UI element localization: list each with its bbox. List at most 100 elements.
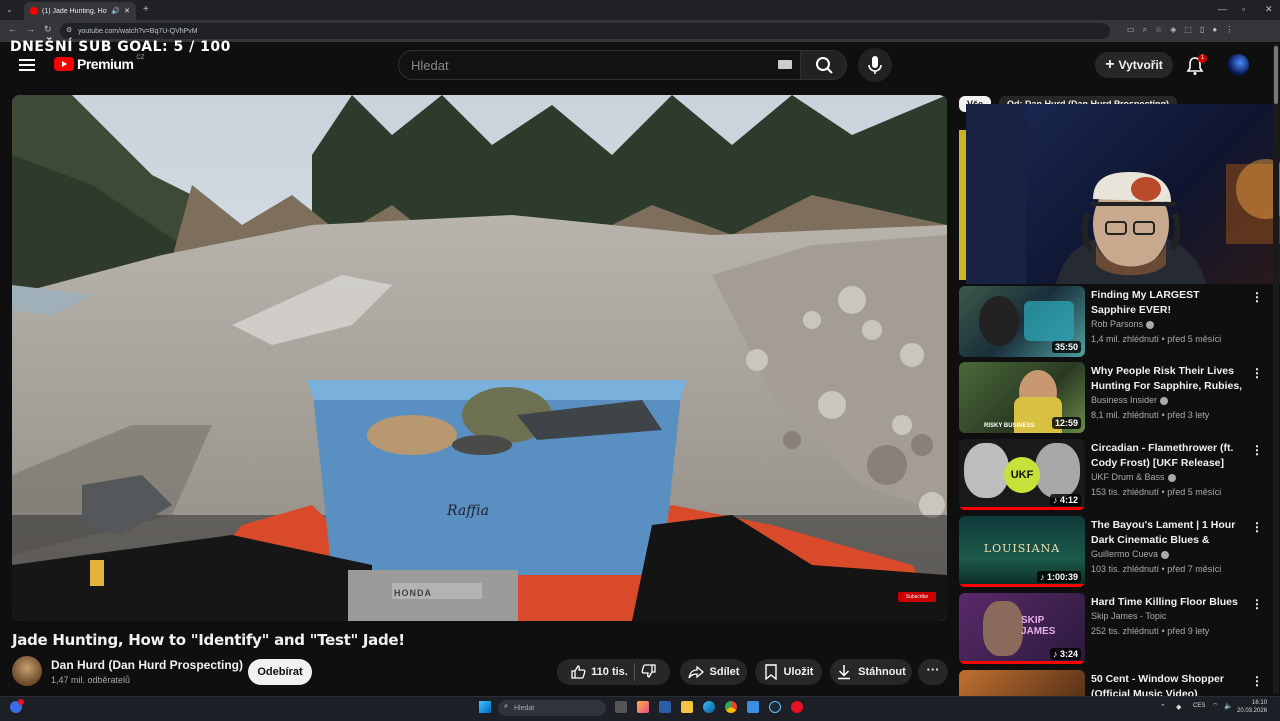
save-button[interactable]: Uložit (755, 659, 822, 685)
taskbar-app-icon[interactable] (659, 701, 671, 713)
create-button[interactable]: + Vytvořit (1095, 52, 1173, 78)
network-icon[interactable]: ⌔ (1212, 702, 1219, 711)
bookmark-star-icon[interactable]: ☆ (1155, 25, 1162, 35)
recommendation-item[interactable]: LOUISIANA ♪ 1:00:39 The Bayou's Lament |… (959, 516, 1274, 592)
kebab-menu-icon[interactable]: ⋮ (1251, 520, 1263, 534)
video-thumbnail[interactable]: SKIP JAMES ♪ 3:24 (959, 593, 1085, 664)
hamburger-menu-icon[interactable] (19, 56, 35, 74)
recommendation-channel[interactable]: Skip James - Topic (1091, 611, 1166, 621)
extensions-puzzle-icon[interactable]: ⬚ (1184, 25, 1192, 35)
recommendation-item[interactable]: SKIP JAMES ♪ 3:24 Hard Time Killing Floo… (959, 593, 1274, 669)
video-thumbnail[interactable]: 35:50 (959, 286, 1085, 357)
zoom-icon[interactable]: ⌕ (1143, 25, 1147, 35)
task-view-icon[interactable] (615, 701, 627, 713)
close-window-icon[interactable]: ✕ (1265, 4, 1273, 15)
like-separator (633, 663, 635, 681)
recommendation-channel[interactable]: Business Insider (1091, 395, 1169, 405)
recommendation-channel[interactable]: Guillermo Cueva (1091, 549, 1170, 559)
page-scrollbar[interactable] (1273, 44, 1279, 694)
thumbnail-face-left (964, 443, 1009, 498)
recommendation-channel[interactable]: Rob Parsons (1091, 319, 1155, 329)
recommendation-title[interactable]: Why People Risk Their Lives Hunting For … (1091, 364, 1246, 394)
recommendation-title[interactable]: Finding My LARGEST Sapphire EVER! (1091, 288, 1246, 318)
taskbar-search-input[interactable]: Hledat (498, 700, 606, 716)
chrome-icon[interactable] (725, 701, 737, 713)
kebab-menu-icon[interactable]: ⋮ (1251, 366, 1263, 380)
kebab-menu-icon[interactable]: ⋮ (1251, 443, 1263, 457)
recommendation-item[interactable]: RISKY BUSINESS 12:59 Why People Risk The… (959, 362, 1274, 438)
edge-icon[interactable] (703, 701, 715, 713)
recommendation-meta: 103 tis. zhlédnutí • před 7 měsíci (1091, 564, 1222, 574)
voice-search-button[interactable] (858, 48, 892, 82)
recommendation-channel[interactable]: UKF Drum & Bass (1091, 472, 1176, 482)
dislike-button[interactable] (641, 663, 657, 682)
input-language[interactable]: CES (1193, 703, 1205, 709)
recommendation-title[interactable]: Hard Time Killing Floor Blues (1091, 595, 1246, 610)
search-input[interactable]: Hledat (398, 50, 801, 80)
recommendation-title[interactable]: 50 Cent - Window Shopper (Official Music… (1091, 672, 1246, 696)
browser-tab[interactable]: (1) Jade Hunting, How to "I... 🔊 ✕ (24, 2, 136, 20)
share-button[interactable]: Sdílet (680, 659, 747, 685)
like-button[interactable]: 110 tis. (570, 664, 628, 680)
download-button[interactable]: Stáhnout (830, 659, 912, 685)
start-button-icon[interactable] (479, 701, 491, 713)
tab-list-chevron-icon[interactable]: ⌄ (6, 5, 13, 14)
verified-icon (1167, 473, 1176, 482)
maximize-icon[interactable]: ▫ (1242, 4, 1245, 14)
watch-progress-bar (959, 584, 1085, 587)
site-info-icon[interactable]: ⚙ (66, 26, 72, 34)
address-bar[interactable]: youtube.com/watch?v=Bq7U-QVhPvM (60, 23, 1110, 39)
recommendation-title[interactable]: Circadian - Flamethrower (ft. Cody Frost… (1091, 441, 1246, 471)
kebab-menu-icon[interactable]: ⋮ (1251, 597, 1263, 611)
video-thumbnail[interactable]: UKF ♪ 4:12 (959, 439, 1085, 510)
video-player[interactable]: Raffia HONDA (12, 95, 947, 621)
video-subscribe-watermark[interactable]: Subscribe (898, 592, 936, 602)
tab-close-icon[interactable]: ✕ (124, 7, 130, 15)
like-count: 110 tis. (591, 666, 628, 678)
file-explorer-icon[interactable] (681, 701, 693, 713)
minimize-icon[interactable]: — (1218, 4, 1227, 14)
tray-app-icon[interactable]: ◆ (1176, 703, 1181, 711)
reload-icon[interactable]: ↻ (44, 24, 52, 35)
new-tab-button[interactable]: + (143, 4, 149, 15)
cast-icon[interactable]: ▭ (1127, 25, 1135, 35)
taskbar-app-icon-2[interactable] (747, 701, 759, 713)
browser-menu-icon[interactable]: ⋮ (1225, 25, 1233, 35)
taskbar-app-icon-3[interactable] (791, 701, 803, 713)
channel-avatar[interactable] (12, 656, 42, 686)
extension-icon[interactable]: ◈ (1170, 25, 1176, 35)
sidebar-icon[interactable]: ▯ (1200, 25, 1204, 35)
region-code: CZ (136, 55, 145, 61)
thumbs-up-icon (571, 665, 586, 679)
video-thumbnail[interactable]: LOUISIANA ♪ 1:00:39 (959, 516, 1085, 587)
steam-icon[interactable] (769, 701, 781, 713)
taskbar-clock[interactable]: 16:10 20.03.2026 (1237, 699, 1267, 715)
kebab-menu-icon[interactable]: ⋮ (1251, 674, 1263, 688)
copilot-icon[interactable] (637, 701, 649, 713)
profile-icon[interactable]: ● (1212, 25, 1217, 35)
search-button[interactable] (800, 50, 847, 80)
keyboard-icon[interactable] (778, 60, 792, 69)
recommendation-item[interactable]: 50 Cent - Window Shopper (Official Music… (959, 670, 1274, 696)
volume-icon[interactable]: 🔈 (1224, 702, 1233, 710)
video-duration: 12:59 (1051, 417, 1081, 429)
back-icon[interactable]: ← (8, 24, 17, 34)
honda-logo: HONDA (394, 588, 432, 598)
recommendation-title[interactable]: The Bayou's Lament | 1 Hour Dark Cinemat… (1091, 518, 1246, 548)
youtube-favicon-icon (30, 7, 38, 15)
tray-overflow-icon[interactable]: ⌃ (1160, 703, 1166, 711)
more-actions-button[interactable]: ··· (918, 659, 948, 685)
recommendation-item[interactable]: UKF ♪ 4:12 Circadian - Flamethrower (ft.… (959, 439, 1274, 515)
tab-audio-icon[interactable]: 🔊 (111, 7, 120, 15)
kebab-menu-icon[interactable]: ⋮ (1251, 290, 1263, 304)
scrollbar-thumb[interactable] (1274, 46, 1278, 104)
video-thumbnail[interactable]: RISKY BUSINESS 12:59 (959, 362, 1085, 433)
video-thumbnail[interactable] (959, 670, 1085, 696)
account-avatar[interactable] (1227, 54, 1249, 76)
youtube-premium-logo[interactable]: Premium CZ (54, 55, 145, 72)
forward-icon[interactable]: → (26, 24, 35, 34)
subscribe-button[interactable]: Odebírat (248, 659, 312, 685)
browser-actions: ▭ ⌕ ☆ ◈ ⬚ ▯ ● ⋮ (1127, 25, 1233, 35)
channel-name[interactable]: Dan Hurd (Dan Hurd Prospecting) (51, 658, 243, 672)
recommendation-item[interactable]: 35:50 Finding My LARGEST Sapphire EVER! … (959, 286, 1274, 362)
